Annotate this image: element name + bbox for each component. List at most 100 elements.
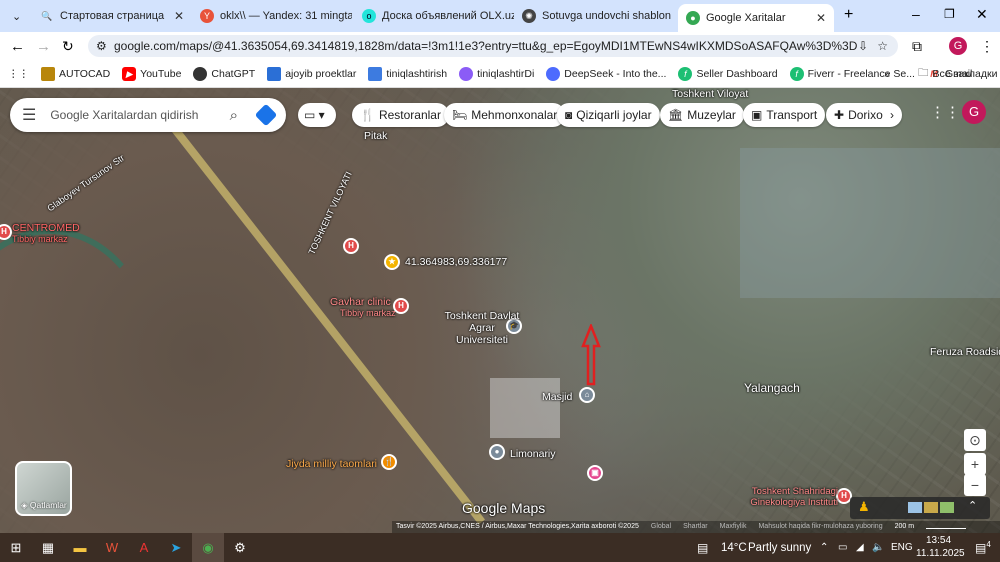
tab[interactable]: ✺Sotuvga undovchi shablon✕: [514, 4, 674, 28]
close-window-button[interactable]: ✕: [976, 6, 988, 23]
file-explorer-icon[interactable]: ▬: [64, 533, 96, 562]
close-icon[interactable]: ✕: [174, 9, 184, 23]
expand-icon[interactable]: ⌃: [968, 499, 977, 512]
clock-time[interactable]: 13:54: [926, 535, 951, 546]
notifications-icon[interactable]: ▤4: [975, 540, 991, 555]
directions-icon[interactable]: [254, 103, 278, 127]
site-settings-icon[interactable]: ⚙: [96, 39, 107, 53]
bookmark[interactable]: tiniqlashtirish: [368, 66, 448, 81]
map-label[interactable]: Toshkent Viloyat: [672, 88, 748, 100]
chip-restaurants[interactable]: 🍴 Restoranlar: [352, 103, 449, 127]
menu-icon[interactable]: ☰: [22, 105, 36, 125]
calculator-icon[interactable]: ▦: [32, 533, 64, 562]
map-label[interactable]: Masjid: [542, 391, 572, 403]
vehicle-toggle[interactable]: ▭ ▾: [298, 103, 336, 127]
restore-button[interactable]: ❐: [944, 7, 955, 21]
shop-pin-icon[interactable]: ▣: [587, 465, 603, 481]
reload-button[interactable]: ↻: [62, 38, 74, 55]
language-indicator[interactable]: ENG: [891, 542, 913, 553]
chevron-right-icon[interactable]: ›: [890, 108, 894, 122]
chip-pharmacy[interactable]: ✚ Dorixo ›: [826, 103, 902, 127]
bookmark[interactable]: ajoyib proektlar: [267, 66, 356, 81]
weather-text[interactable]: Partly sunny: [748, 542, 811, 554]
map-label[interactable]: CENTROMED: [12, 222, 80, 234]
medical-pin-icon[interactable]: H: [393, 298, 409, 314]
my-location-button[interactable]: ⊙: [964, 429, 986, 451]
tab[interactable]: oДоска объявлений OLX.uz✕: [354, 4, 514, 28]
close-icon[interactable]: ✕: [816, 11, 826, 25]
map-label[interactable]: Toshkent Davlat Agrar Universiteti: [442, 310, 522, 346]
forward-button[interactable]: →: [36, 38, 51, 55]
chip-museums[interactable]: 🏛 Muzeylar: [660, 103, 744, 127]
more-bookmarks-button[interactable]: »: [884, 68, 890, 80]
pegman-icon[interactable]: ♟: [858, 499, 870, 515]
global-link[interactable]: Global: [651, 521, 671, 533]
google-maps-logo: Google Maps: [462, 500, 546, 516]
new-tab-button[interactable]: +: [844, 6, 853, 24]
url-input[interactable]: ⚙ google.com/maps/@41.3635054,69.3414819,…: [88, 35, 898, 57]
search-input[interactable]: ☰ Google Xaritalardan qidirish ⌕: [10, 98, 286, 132]
menu-icon[interactable]: ⋮: [980, 38, 994, 55]
imagery-thumb[interactable]: [908, 502, 922, 513]
battery-icon[interactable]: ▭: [838, 542, 847, 553]
restaurant-pin-icon[interactable]: 🍴: [381, 454, 397, 470]
map-label[interactable]: Gavhar clinic: [330, 296, 391, 308]
profile-avatar[interactable]: G: [949, 37, 967, 55]
volume-icon[interactable]: 🔈: [872, 542, 884, 553]
privacy-link[interactable]: Maxfiylik: [720, 521, 747, 533]
wps-icon[interactable]: W: [96, 533, 128, 562]
layers-button[interactable]: ◈ Qatlamlar: [15, 461, 72, 516]
chip-attractions[interactable]: ◙ Qiziqarli joylar: [557, 103, 660, 127]
app-icon[interactable]: ⚙: [224, 533, 256, 562]
wifi-icon[interactable]: ◢: [856, 542, 864, 553]
bookmark-star-icon[interactable]: ☆: [877, 39, 888, 53]
map-label[interactable]: Feruza Roadside Station: [930, 346, 1000, 358]
zoom-out-button[interactable]: −: [964, 474, 986, 496]
install-icon[interactable]: ⇩: [858, 39, 868, 53]
bookmark[interactable]: tiniqlashtirDi: [459, 66, 534, 81]
medical-pin-icon[interactable]: H: [343, 238, 359, 254]
place-pin-icon[interactable]: ●: [489, 444, 505, 460]
chrome-icon[interactable]: ◉: [192, 533, 224, 562]
autocad-icon[interactable]: A: [128, 533, 160, 562]
terms-link[interactable]: Shartlar: [683, 521, 708, 533]
chip-hotels[interactable]: 🛏 Mehmonxonalar: [444, 103, 566, 127]
map-label[interactable]: Limonariy: [510, 448, 556, 460]
weather-icon[interactable]: ▤: [697, 541, 708, 555]
bookmark-label: tiniqlashtirish: [386, 67, 448, 80]
map-canvas[interactable]: Toshkent Viloyat Pitak Glaboyev Tursunov…: [0, 88, 1000, 533]
imagery-thumb[interactable]: [940, 502, 954, 513]
start-button[interactable]: ⊞: [0, 533, 32, 562]
star-pin-icon[interactable]: ★: [384, 254, 400, 270]
tray-chevron-icon[interactable]: ⌃: [820, 542, 828, 553]
map-label[interactable]: Pitak: [364, 130, 387, 142]
bookmark[interactable]: AUTOCAD: [41, 66, 110, 81]
all-bookmarks[interactable]: 🗀 Все закладки: [918, 65, 997, 83]
chip-transport[interactable]: ▣ Transport: [743, 103, 826, 127]
profile-avatar[interactable]: G: [962, 100, 986, 124]
tab-search-button[interactable]: ⌄: [4, 4, 30, 28]
bookmark[interactable]: f Seller Dashboard: [678, 66, 778, 81]
weather-temp[interactable]: 14°C: [721, 542, 747, 554]
minimize-button[interactable]: –: [912, 6, 920, 22]
zoom-in-button[interactable]: +: [964, 453, 986, 475]
bookmark[interactable]: DeepSeek - Into the...: [546, 66, 666, 81]
scale-label[interactable]: 200 m: [895, 521, 914, 533]
tab[interactable]: Yoklx\\ — Yandex: 31 mingta✕: [192, 4, 352, 28]
bookmark[interactable]: ▶ YouTube: [122, 66, 181, 81]
bookmark[interactable]: f Fiverr - Freelance Se...: [789, 66, 915, 81]
back-button[interactable]: ←: [10, 38, 25, 55]
telegram-icon[interactable]: ➤: [160, 533, 192, 562]
bookmark[interactable]: ChatGPT: [193, 66, 255, 81]
map-label[interactable]: Jiyda milliy taomlari: [286, 458, 377, 470]
apps-icon[interactable]: ⋮⋮: [8, 68, 29, 80]
clock-date[interactable]: 11.11.2025: [916, 548, 965, 559]
feedback-link[interactable]: Mahsulot haqida fikr-mulohaza yuboring: [758, 521, 882, 533]
tab[interactable]: 🔍 Стартовая страница ✕: [32, 4, 192, 28]
extensions-icon[interactable]: ⧉: [912, 38, 922, 55]
tab-active[interactable]: ● Google Xaritalar ✕: [678, 4, 834, 32]
mosque-pin-icon[interactable]: ⌂: [579, 387, 595, 403]
imagery-thumb[interactable]: [924, 502, 938, 513]
map-label[interactable]: Toshkent Shahridagi Ginekologiya Institu…: [738, 486, 838, 508]
search-icon[interactable]: ⌕: [230, 107, 238, 124]
